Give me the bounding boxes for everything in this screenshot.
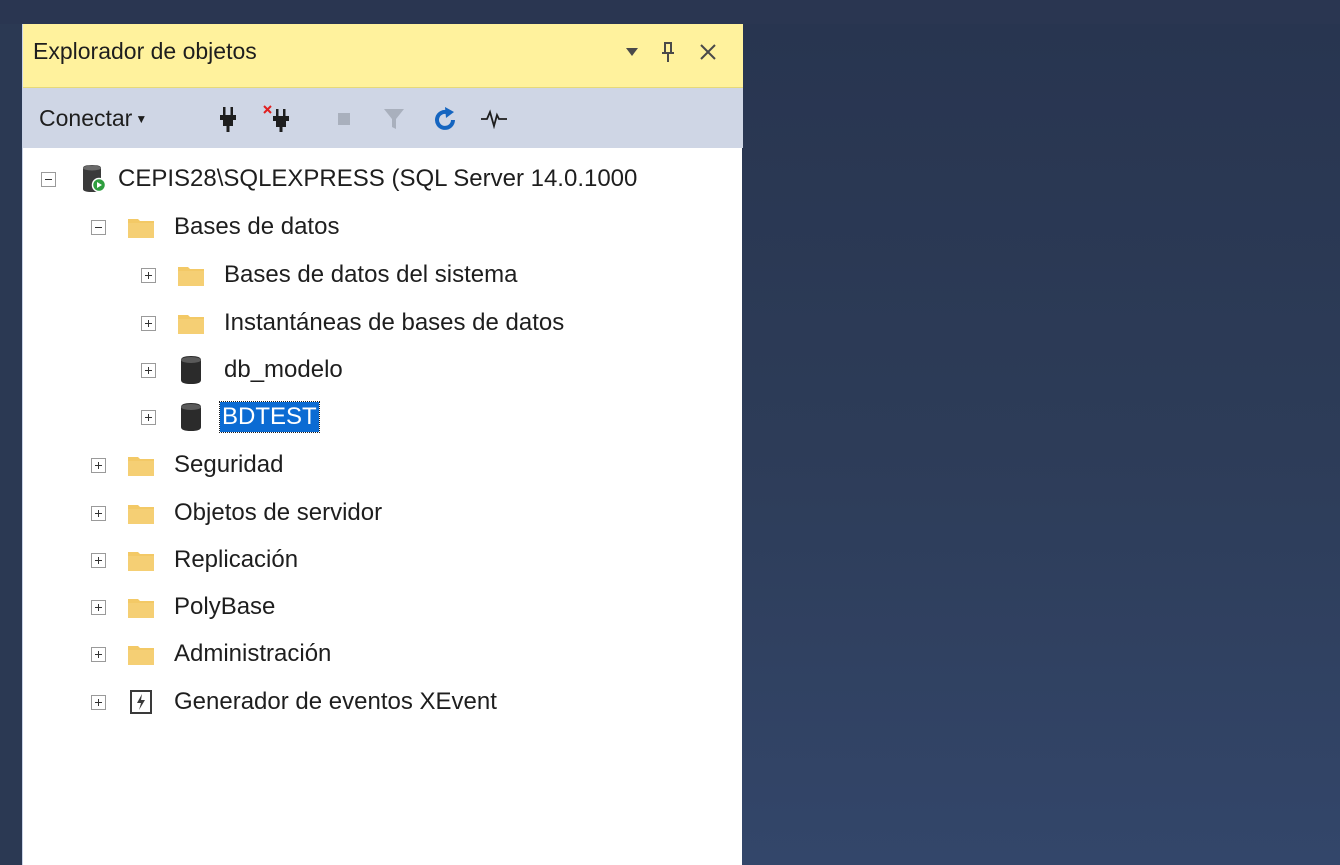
expand-toggle[interactable] (141, 315, 156, 331)
tree-node-administration[interactable]: Administración (91, 631, 333, 677)
database-icon (178, 356, 204, 384)
editor-background (742, 24, 1340, 865)
folder-icon (128, 547, 154, 573)
left-dock-strip (0, 24, 22, 865)
object-explorer-toolbar: Conectar ▼ (23, 88, 743, 148)
object-explorer-tree: CEPIS28\SQLEXPRESS (SQL Server 14.0.1000… (23, 148, 743, 865)
folder-icon (128, 594, 154, 620)
pin-icon[interactable] (653, 36, 683, 68)
tree-node-polybase[interactable]: PolyBase (91, 584, 277, 630)
tree-node-label: Bases de datos (174, 213, 340, 240)
expand-toggle[interactable] (91, 457, 106, 473)
activity-monitor-icon[interactable] (479, 104, 509, 134)
tree-node-label: Generador de eventos XEvent (174, 688, 497, 715)
stop-icon[interactable] (329, 104, 359, 134)
tree-node-databases[interactable]: Bases de datos (91, 204, 341, 250)
tree-node-label: Bases de datos del sistema (224, 261, 518, 288)
refresh-icon[interactable] (431, 104, 461, 134)
tree-node-label: Administración (174, 640, 332, 667)
chevron-down-icon: ▼ (135, 112, 148, 126)
tree-node-label-selected: BDTEST (219, 401, 320, 433)
tree-node-database-snapshots[interactable]: Instantáneas de bases de datos (141, 300, 566, 346)
expand-toggle[interactable] (91, 694, 106, 710)
tree-node-label: Replicación (174, 546, 299, 573)
tree-node-server[interactable]: CEPIS28\SQLEXPRESS (SQL Server 14.0.1000 (41, 156, 639, 202)
tree-node-server-objects[interactable]: Objetos de servidor (91, 490, 384, 536)
disconnect-icon[interactable] (263, 104, 293, 134)
database-icon (178, 403, 204, 431)
server-icon (80, 165, 106, 193)
connect-label: Conectar (39, 104, 133, 131)
panel-title: Explorador de objetos (33, 38, 257, 64)
object-explorer-title-bar: Explorador de objetos (23, 24, 743, 88)
connect-dropdown-button[interactable]: Conectar ▼ (39, 102, 147, 134)
collapse-toggle[interactable] (41, 171, 56, 187)
tree-node-db-modelo[interactable]: db_modelo (141, 347, 345, 393)
expand-toggle[interactable] (141, 409, 156, 425)
folder-icon (178, 262, 204, 288)
collapse-toggle[interactable] (91, 219, 106, 235)
tree-node-label: CEPIS28\SQLEXPRESS (SQL Server 14.0.1000 (118, 165, 638, 192)
xevent-icon (128, 689, 154, 715)
tree-node-label: PolyBase (174, 593, 276, 620)
expand-toggle[interactable] (91, 505, 106, 521)
filter-icon[interactable] (379, 104, 409, 134)
tree-node-label: Instantáneas de bases de datos (224, 309, 565, 336)
expand-toggle[interactable] (141, 362, 156, 378)
tree-node-label: db_modelo (224, 356, 343, 383)
tree-node-label: Seguridad (174, 451, 284, 478)
tree-node-replication[interactable]: Replicación (91, 537, 300, 583)
tree-node-system-databases[interactable]: Bases de datos del sistema (141, 252, 520, 298)
folder-icon (128, 641, 154, 667)
expand-toggle[interactable] (141, 267, 156, 283)
object-explorer-panel: Explorador de objetos Conectar ▼ CEPIS28… (22, 24, 743, 865)
folder-icon (178, 310, 204, 336)
top-strip (0, 0, 1340, 24)
folder-icon (128, 452, 154, 478)
expand-toggle[interactable] (91, 646, 106, 662)
tree-node-bdtest[interactable]: BDTEST (141, 394, 320, 440)
triangle-down-icon[interactable] (617, 36, 647, 68)
expand-toggle[interactable] (91, 599, 106, 615)
tree-node-security[interactable]: Seguridad (91, 442, 285, 488)
folder-icon (128, 500, 154, 526)
plug-icon[interactable] (213, 104, 243, 134)
tree-node-xevent[interactable]: Generador de eventos XEvent (91, 679, 499, 725)
expand-toggle[interactable] (91, 552, 106, 568)
folder-icon (128, 214, 154, 240)
tree-node-label: Objetos de servidor (174, 499, 383, 526)
close-icon[interactable] (693, 36, 723, 68)
